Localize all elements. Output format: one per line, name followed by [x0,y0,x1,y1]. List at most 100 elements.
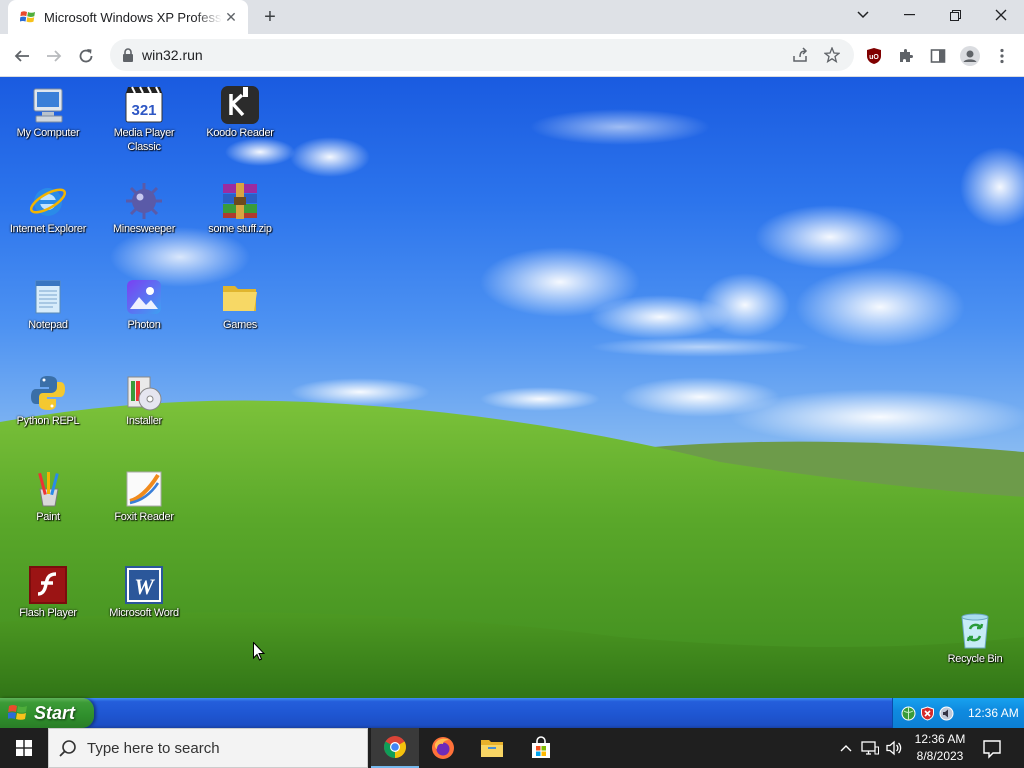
browser-tab[interactable]: Microsoft Windows XP Professional ✕ [8,0,248,34]
svg-text:321: 321 [131,102,156,119]
extensions-button[interactable] [892,42,920,70]
new-tab-button[interactable]: + [258,6,282,28]
mpc-icon: 321 [125,86,163,123]
vertical-dots-icon [1000,48,1004,64]
windows-logo-icon [16,740,32,756]
xp-system-tray: 12:36 AM [892,698,1024,728]
bookmark-star-icon[interactable] [824,47,840,63]
desktop-icon-python-repl[interactable]: Python REPL [0,373,96,428]
volume-button[interactable] [884,738,904,758]
photon-icon [127,280,161,314]
desktop-icon-photon[interactable]: Photon [96,277,192,332]
restore-icon [949,9,961,21]
windows-taskbar: Type here to search 12:36 AM 8/8/2023 [0,728,1024,768]
minimize-button[interactable] [886,0,932,30]
desktop-icon-notepad[interactable]: Notepad [0,277,96,332]
chrome-icon [384,736,406,758]
taskbar-app-firefox[interactable] [419,728,467,768]
koodo-icon [221,86,259,124]
svg-text:W: W [134,574,155,599]
url-text: win32.run [142,47,203,63]
desktop-icon-flash-player[interactable]: Flash Player [0,565,96,620]
taskbar-app-microsoft-store[interactable] [517,728,565,768]
word-icon: W [125,566,163,604]
taskbar-search-box[interactable]: Type here to search [48,728,368,768]
minimize-icon [903,14,915,16]
xp-clock[interactable]: 12:36 AM [968,706,1019,720]
start-label: Start [34,702,76,723]
xp-taskbar: Start 12:36 AM [0,698,1024,728]
profile-button[interactable] [956,42,984,70]
firefox-icon [432,737,454,759]
zip-icon [223,183,257,219]
taskbar-app-file-explorer[interactable] [468,728,516,768]
back-button[interactable] [8,42,36,70]
taskbar-clock[interactable]: 12:36 AM 8/8/2023 [910,731,970,765]
chrome-menu-button[interactable] [988,42,1016,70]
restore-button[interactable] [932,0,978,30]
foxit-icon [126,471,162,507]
desktop-icon-internet-explorer[interactable]: Internet Explorer [0,181,96,236]
network-button[interactable] [860,738,880,758]
ublock-extension-button[interactable]: uO [860,42,888,70]
close-window-button[interactable] [978,0,1024,30]
share-icon[interactable] [792,47,808,63]
desktop-icon-minesweeper[interactable]: Minesweeper [96,181,192,236]
taskbar-app-chrome[interactable] [371,728,419,768]
xp-start-button[interactable]: Start [0,698,94,728]
windows-start-button[interactable] [0,728,48,768]
paint-icon [38,472,59,507]
tab-close-icon[interactable]: ✕ [222,8,240,26]
reload-button[interactable] [72,42,100,70]
search-placeholder: Type here to search [87,739,220,757]
svg-text:uO: uO [869,54,879,61]
desktop-icon-paint[interactable]: Paint [0,469,96,524]
desktop-icon-media-player-classic[interactable]: 321 Media Player Classic [96,85,192,154]
windows-xp-logo-icon [20,11,35,23]
security-alert-icon[interactable] [920,705,935,721]
chevron-down-icon [857,11,869,19]
close-icon [995,9,1007,21]
python-icon [31,376,65,410]
desktop-icon-koodo-reader[interactable]: Koodo Reader [192,85,288,140]
volume-icon[interactable] [939,706,954,721]
desktop-icon-installer[interactable]: Installer [96,373,192,428]
installer-icon [127,376,162,411]
desktop-icon-microsoft-word[interactable]: W Microsoft Word [96,565,192,620]
puzzle-piece-icon [900,49,913,62]
notepad-icon [35,280,61,314]
action-center-button[interactable] [980,736,1004,760]
reload-icon [79,49,93,63]
ie-icon [29,188,67,216]
ublock-icon: uO [867,48,881,64]
forward-button[interactable] [40,42,68,70]
network-globe-icon[interactable] [901,706,916,721]
chevron-up-icon [840,745,852,752]
windows-xp-flag-icon [8,705,27,720]
clock-time: 12:36 AM [914,732,966,746]
network-icon [861,741,879,755]
back-arrow-icon [14,50,29,62]
desktop-icon-foxit-reader[interactable]: Foxit Reader [96,469,192,524]
search-icon [59,740,76,757]
file-explorer-icon [481,740,503,757]
xp-desktop[interactable]: My Computer Internet Explorer Notepad Py… [0,77,1024,698]
side-panel-button[interactable] [924,42,952,70]
browser-tab-strip: Microsoft Windows XP Professional ✕ + [0,0,1024,34]
tab-search-button[interactable] [840,0,886,30]
notification-icon [983,740,1001,759]
address-bar[interactable]: win32.run [110,39,854,71]
desktop-icon-my-computer[interactable]: My Computer [0,85,96,140]
tab-title: Microsoft Windows XP Professional [44,9,222,25]
desktop-icon-recycle-bin[interactable]: Recycle Bin [927,611,1023,666]
desktop-icon-some-stuff-zip[interactable]: some stuff.zip [192,181,288,236]
forward-arrow-icon [47,50,62,62]
speaker-icon [886,740,902,756]
minesweeper-icon [126,183,162,219]
folder-icon [223,286,257,311]
computer-icon [33,88,63,123]
browser-toolbar: win32.run uO [0,34,1024,77]
show-hidden-icons-button[interactable] [836,738,856,758]
desktop-icon-games[interactable]: Games [192,277,288,332]
clock-date: 8/8/2023 [916,749,964,763]
